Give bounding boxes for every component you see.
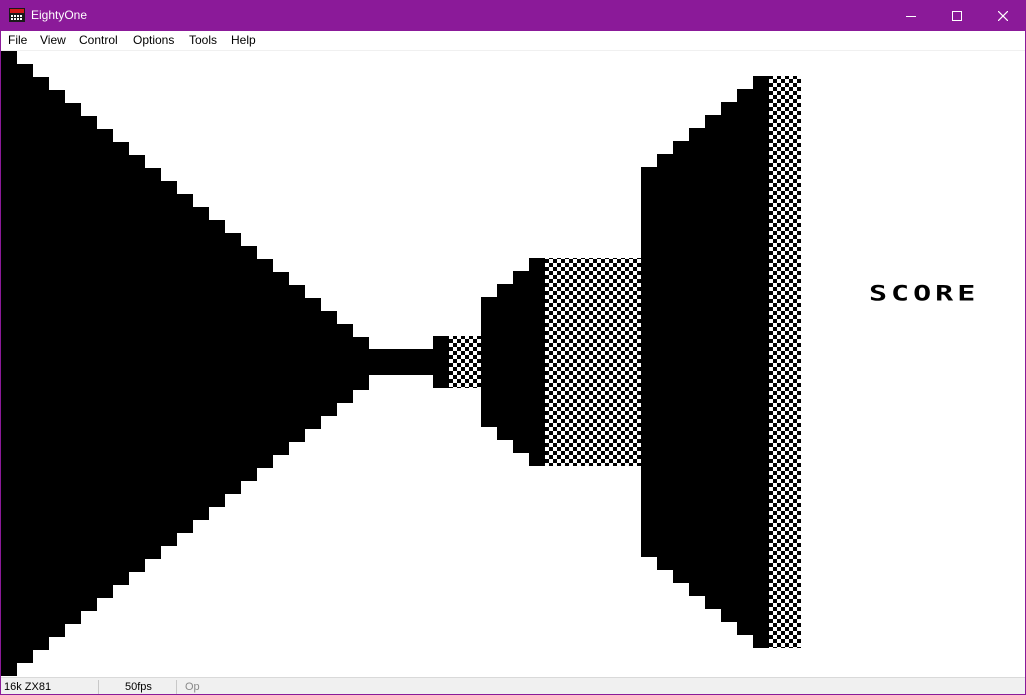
maze-left-wall-column — [193, 207, 209, 520]
maze-right-wall — [641, 76, 769, 648]
status-divider — [176, 680, 177, 694]
maze-left-wall-column — [161, 181, 177, 546]
maze-far-wall-edge — [433, 336, 449, 388]
status-fps: 50fps — [125, 681, 152, 693]
maze-left-wall-column — [81, 116, 97, 611]
status-divider — [98, 680, 99, 694]
maze-right-wall-column — [737, 89, 753, 635]
maze-middle-dither-wall — [545, 258, 641, 466]
emulator-display[interactable]: SCORE — [1, 51, 1025, 676]
maze-left-wall-column — [289, 285, 305, 442]
maze-left-wall-column — [337, 324, 353, 403]
maze-right-wall-column — [721, 102, 737, 622]
maze-left-wall — [1, 51, 369, 676]
maze-middle-wall — [481, 258, 545, 466]
emulator-window: EightyOne File View Control Options Tool… — [0, 0, 1026, 695]
eightyone-app-icon[interactable] — [9, 7, 25, 23]
status-machine: 16k ZX81 — [4, 681, 52, 693]
menu-control[interactable]: Control — [79, 33, 118, 48]
menu-file[interactable]: File — [8, 33, 27, 48]
maze-middle-wall-column — [529, 258, 545, 466]
maze-far-dither-wall — [449, 336, 481, 388]
maze-left-wall-column — [209, 220, 225, 507]
maze-left-wall-column — [1, 51, 17, 676]
maze-middle-wall-column — [513, 271, 529, 453]
maze-middle-wall-column — [481, 297, 497, 427]
minimize-button[interactable] — [888, 0, 934, 31]
maze-left-wall-column — [65, 103, 81, 624]
menu-options[interactable]: Options — [133, 33, 174, 48]
title-bar[interactable]: EightyOne — [0, 0, 1026, 31]
menu-bar: File View Control Options Tools Help — [0, 31, 1026, 51]
minimize-icon — [906, 15, 916, 17]
maximize-icon — [952, 10, 962, 21]
maze-left-wall-column — [225, 233, 241, 494]
close-button[interactable] — [980, 0, 1026, 31]
maze-right-wall-column — [753, 76, 769, 648]
maximize-button[interactable] — [934, 0, 980, 31]
score-label: SCORE — [869, 280, 980, 307]
maze-right-wall-column — [641, 167, 657, 557]
maze-left-wall-column — [257, 259, 273, 468]
maze-left-wall-column — [353, 337, 369, 390]
status-bar: 16k ZX81 50fps Op — [0, 677, 1026, 695]
maze-right-wall-column — [689, 128, 705, 596]
maze-left-wall-column — [17, 64, 33, 663]
window-title: EightyOne — [31, 8, 88, 22]
maze-left-wall-column — [273, 272, 289, 455]
maze-right-wall-column — [657, 154, 673, 570]
maze-right-wall-column — [705, 115, 721, 609]
maze-corridor-floor — [369, 349, 433, 375]
menu-tools[interactable]: Tools — [189, 33, 217, 48]
maze-middle-wall-column — [497, 284, 513, 440]
maze-left-wall-column — [97, 129, 113, 598]
maze-left-wall-column — [33, 77, 49, 650]
maze-right-wall-column — [673, 141, 689, 583]
maze-left-wall-column — [321, 311, 337, 416]
status-extra: Op — [185, 681, 200, 693]
maze-view — [1, 51, 801, 676]
menu-view[interactable]: View — [40, 33, 66, 48]
maze-left-wall-column — [49, 90, 65, 637]
maze-left-wall-column — [129, 155, 145, 572]
menu-help[interactable]: Help — [231, 33, 256, 48]
close-icon — [998, 10, 1008, 21]
maze-left-wall-column — [113, 142, 129, 585]
maze-left-wall-column — [241, 246, 257, 481]
maze-near-dither-wall — [769, 76, 801, 648]
maze-left-wall-column — [305, 298, 321, 429]
maze-left-wall-column — [177, 194, 193, 533]
maze-left-wall-column — [145, 168, 161, 559]
